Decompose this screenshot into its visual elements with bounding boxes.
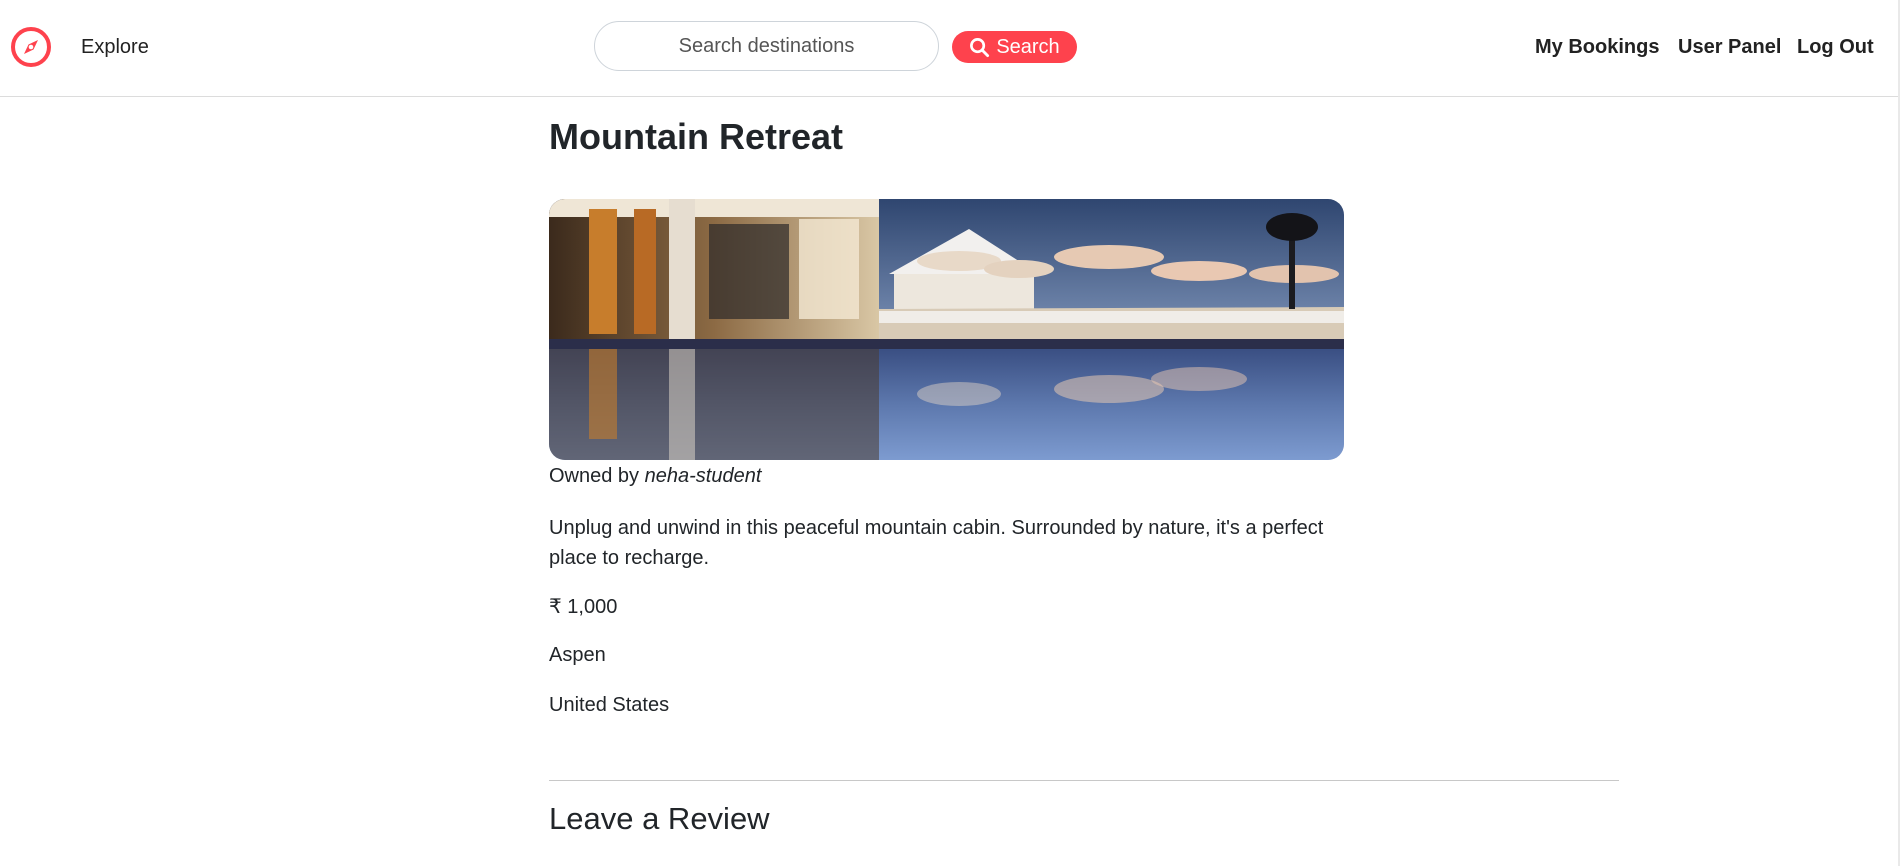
- search-input[interactable]: [594, 21, 939, 71]
- listing-description: Unplug and unwind in this peaceful mount…: [549, 517, 1324, 569]
- listing-city: Aspen: [549, 644, 606, 666]
- nav-log-out-link[interactable]: Log Out: [1797, 36, 1874, 59]
- section-divider: [549, 780, 1619, 781]
- listing-price: ₹ 1,000: [549, 596, 618, 618]
- owner-name: neha-student: [644, 465, 762, 487]
- owner-line: Owned by neha-student: [549, 465, 761, 488]
- listing-country: United States: [549, 694, 670, 716]
- listing-image: [549, 199, 1344, 460]
- search-button[interactable]: Search: [952, 31, 1077, 63]
- page-title: Mountain Retreat: [549, 116, 844, 157]
- search-button-label: Search: [996, 35, 1060, 58]
- nav-user-panel-link[interactable]: User Panel: [1678, 36, 1781, 59]
- navbar: Explore Search My Bookings User Panel Lo…: [0, 0, 1898, 97]
- compass-icon[interactable]: [10, 26, 52, 68]
- review-heading: Leave a Review: [549, 801, 770, 836]
- search-icon: [970, 37, 990, 57]
- nav-explore-link[interactable]: Explore: [81, 36, 149, 59]
- owner-prefix: Owned by: [549, 465, 640, 487]
- nav-my-bookings-link[interactable]: My Bookings: [1535, 36, 1659, 59]
